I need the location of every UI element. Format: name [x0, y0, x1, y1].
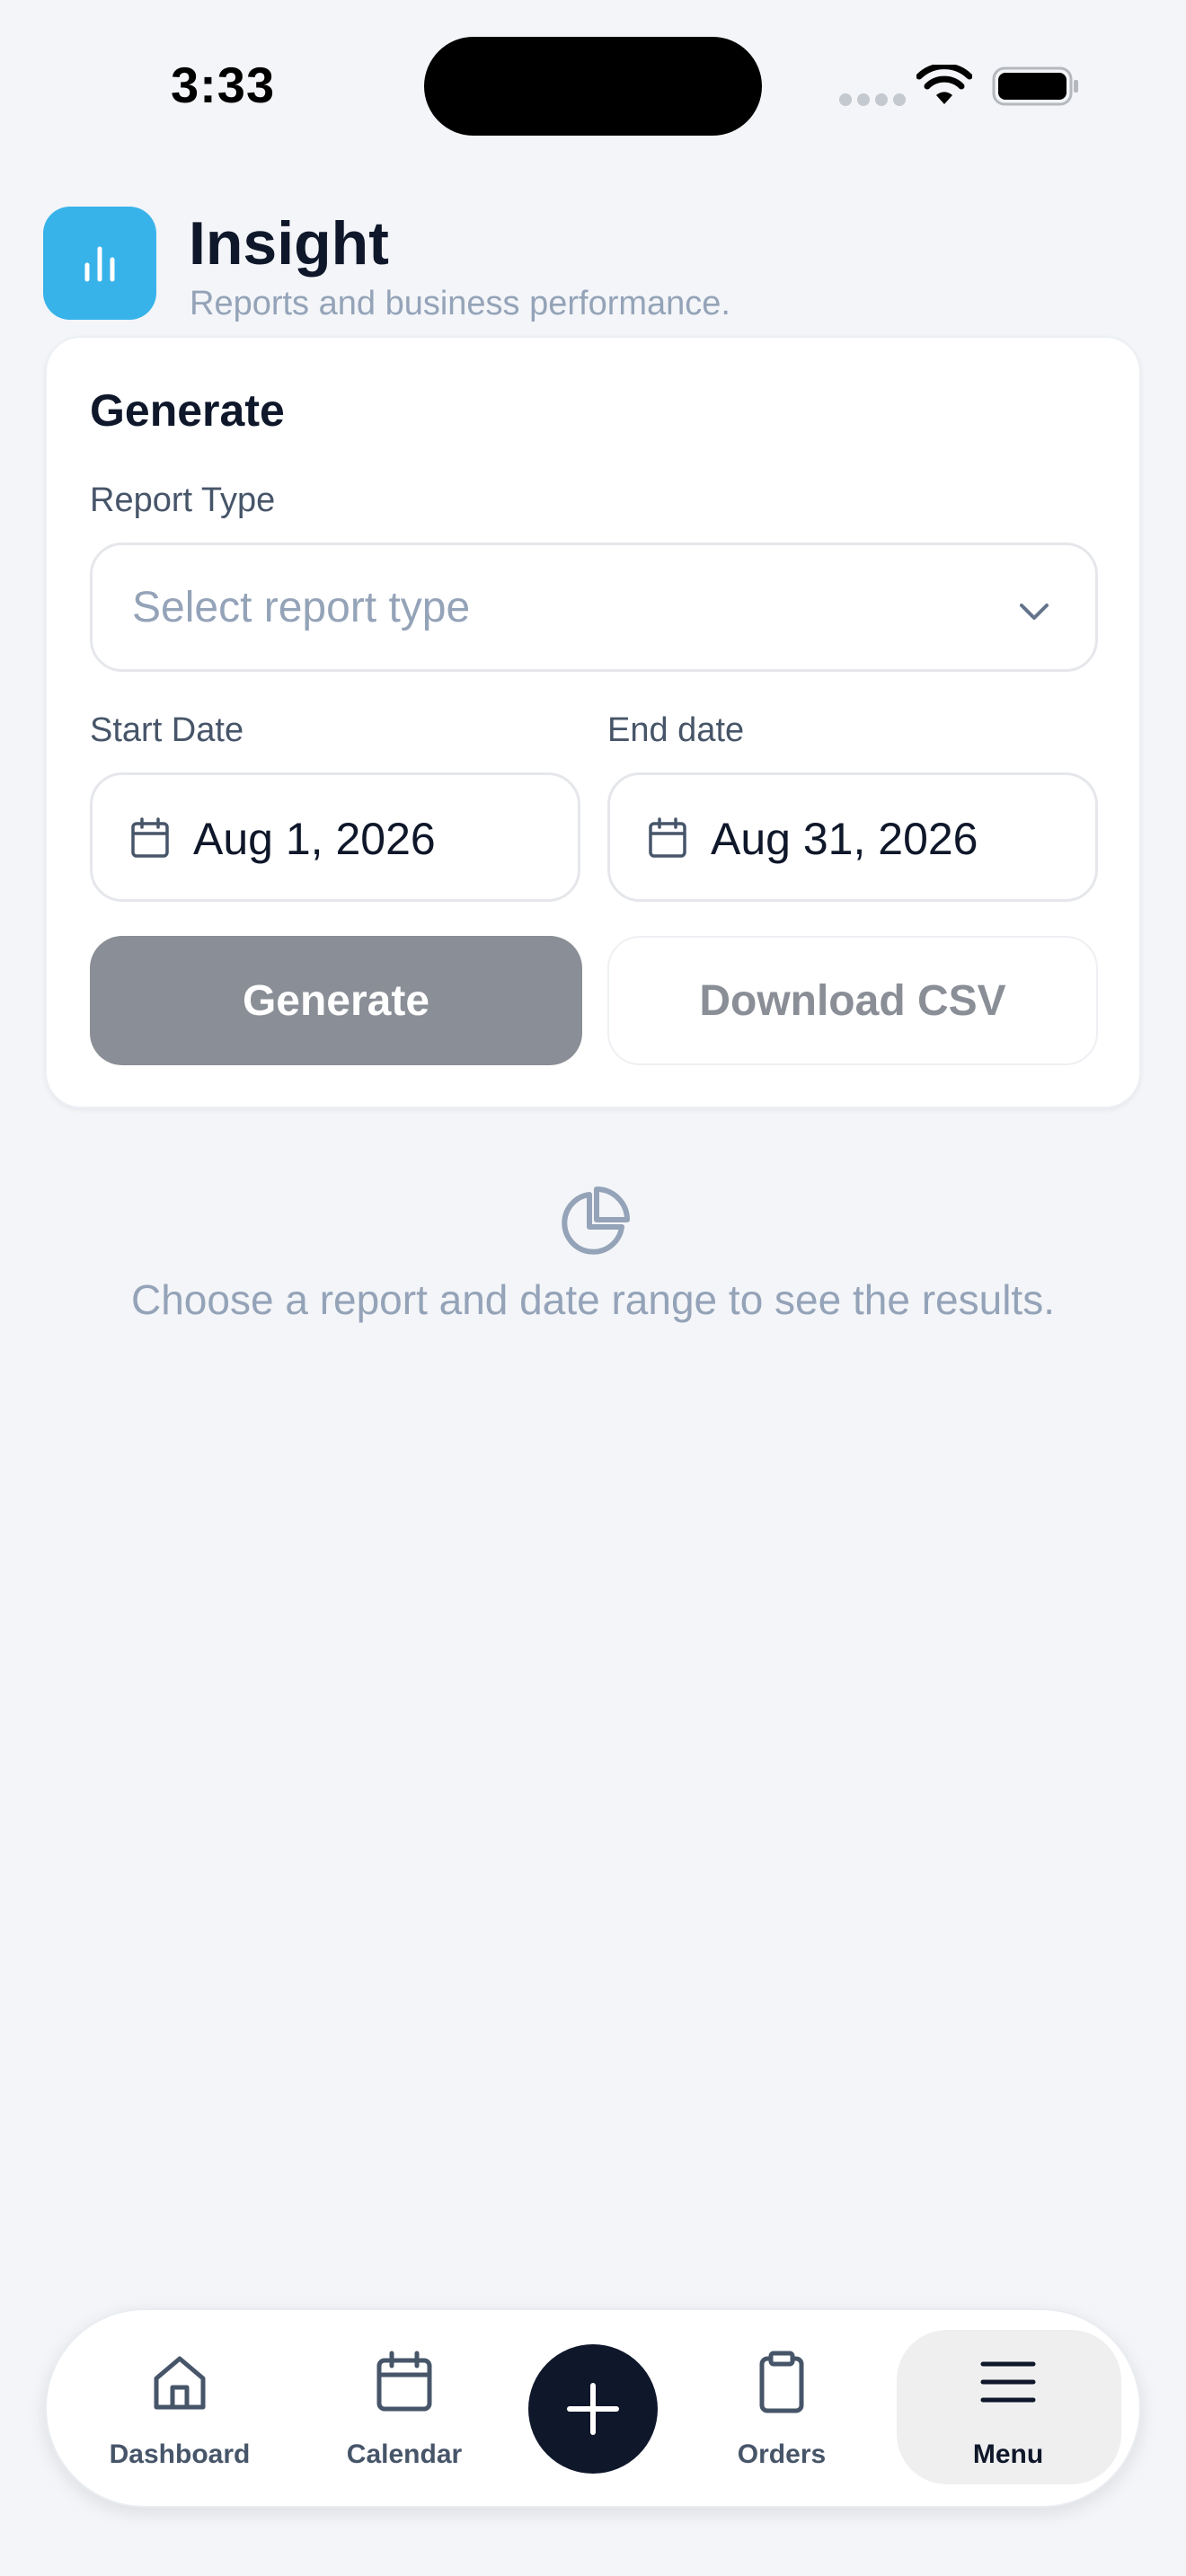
calendar-icon	[376, 2351, 432, 2412]
start-date-value: Aug 1, 2026	[193, 814, 436, 864]
report-type-label: Report Type	[90, 481, 276, 519]
tab-label: Orders	[737, 2439, 827, 2469]
tab-orders[interactable]: Orders	[692, 2310, 872, 2506]
end-date-field[interactable]: Aug 31, 2026	[607, 772, 1098, 902]
status-time: 3:33	[171, 57, 276, 113]
app-logo	[43, 207, 156, 320]
page-title: Insight	[189, 209, 389, 278]
download-csv-button[interactable]: Download CSV	[607, 936, 1098, 1065]
generate-button[interactable]: Generate	[90, 936, 582, 1065]
dynamic-island	[424, 37, 762, 136]
start-date-field[interactable]: Aug 1, 2026	[90, 772, 580, 902]
empty-state-message: Choose a report and date range to see th…	[131, 1276, 1055, 1323]
page-subtitle: Reports and business performance.	[190, 285, 730, 322]
cellular-signal-icon	[839, 93, 906, 106]
tab-calendar[interactable]: Calendar	[314, 2310, 494, 2506]
tab-menu[interactable]: Menu	[918, 2310, 1098, 2506]
report-type-placeholder: Select report type	[132, 584, 471, 631]
bar-chart-icon	[84, 246, 115, 282]
pie-chart-icon	[562, 1187, 630, 1255]
app-header: Insight Reports and business performance…	[43, 207, 1143, 323]
status-bar: 3:33	[0, 0, 1186, 180]
tab-label: Calendar	[346, 2439, 463, 2469]
tab-label: Dashboard	[109, 2439, 251, 2469]
tab-label: Menu	[972, 2439, 1044, 2469]
start-date-label: Start Date	[90, 711, 244, 749]
end-date-value: Aug 31, 2026	[711, 814, 978, 864]
calendar-icon	[649, 817, 686, 858]
add-button[interactable]	[528, 2344, 658, 2474]
plus-icon	[567, 2383, 619, 2435]
bottom-tab-bar: Dashboard Calendar Orders Menu	[45, 2308, 1141, 2508]
end-date-label: End date	[607, 711, 745, 749]
home-icon	[154, 2356, 206, 2410]
tab-dashboard[interactable]: Dashboard	[90, 2310, 270, 2506]
empty-state: Choose a report and date range to see th…	[0, 1186, 1186, 1324]
chevron-down-icon	[1020, 604, 1049, 620]
calendar-icon	[131, 817, 169, 858]
generate-card: Generate Report Type Select report type …	[45, 336, 1141, 1108]
clipboard-icon	[759, 2351, 804, 2413]
wifi-icon	[916, 65, 972, 104]
report-type-select[interactable]: Select report type	[90, 543, 1098, 672]
battery-icon	[992, 66, 1078, 106]
menu-icon	[980, 2361, 1036, 2403]
card-title: Generate	[90, 385, 285, 436]
